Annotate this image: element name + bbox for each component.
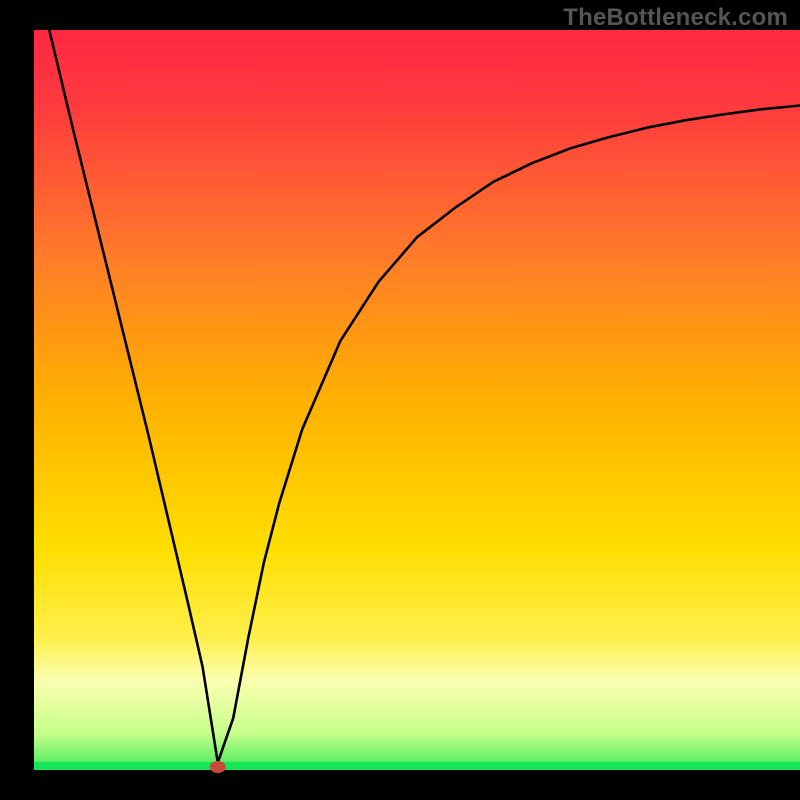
- baseline-strip: [34, 762, 800, 770]
- optimal-point-marker: [210, 761, 226, 773]
- chart-frame: TheBottleneck.com: [0, 0, 800, 800]
- plot-background: [34, 30, 800, 770]
- bottleneck-chart: [0, 0, 800, 800]
- watermark-text: TheBottleneck.com: [563, 4, 788, 32]
